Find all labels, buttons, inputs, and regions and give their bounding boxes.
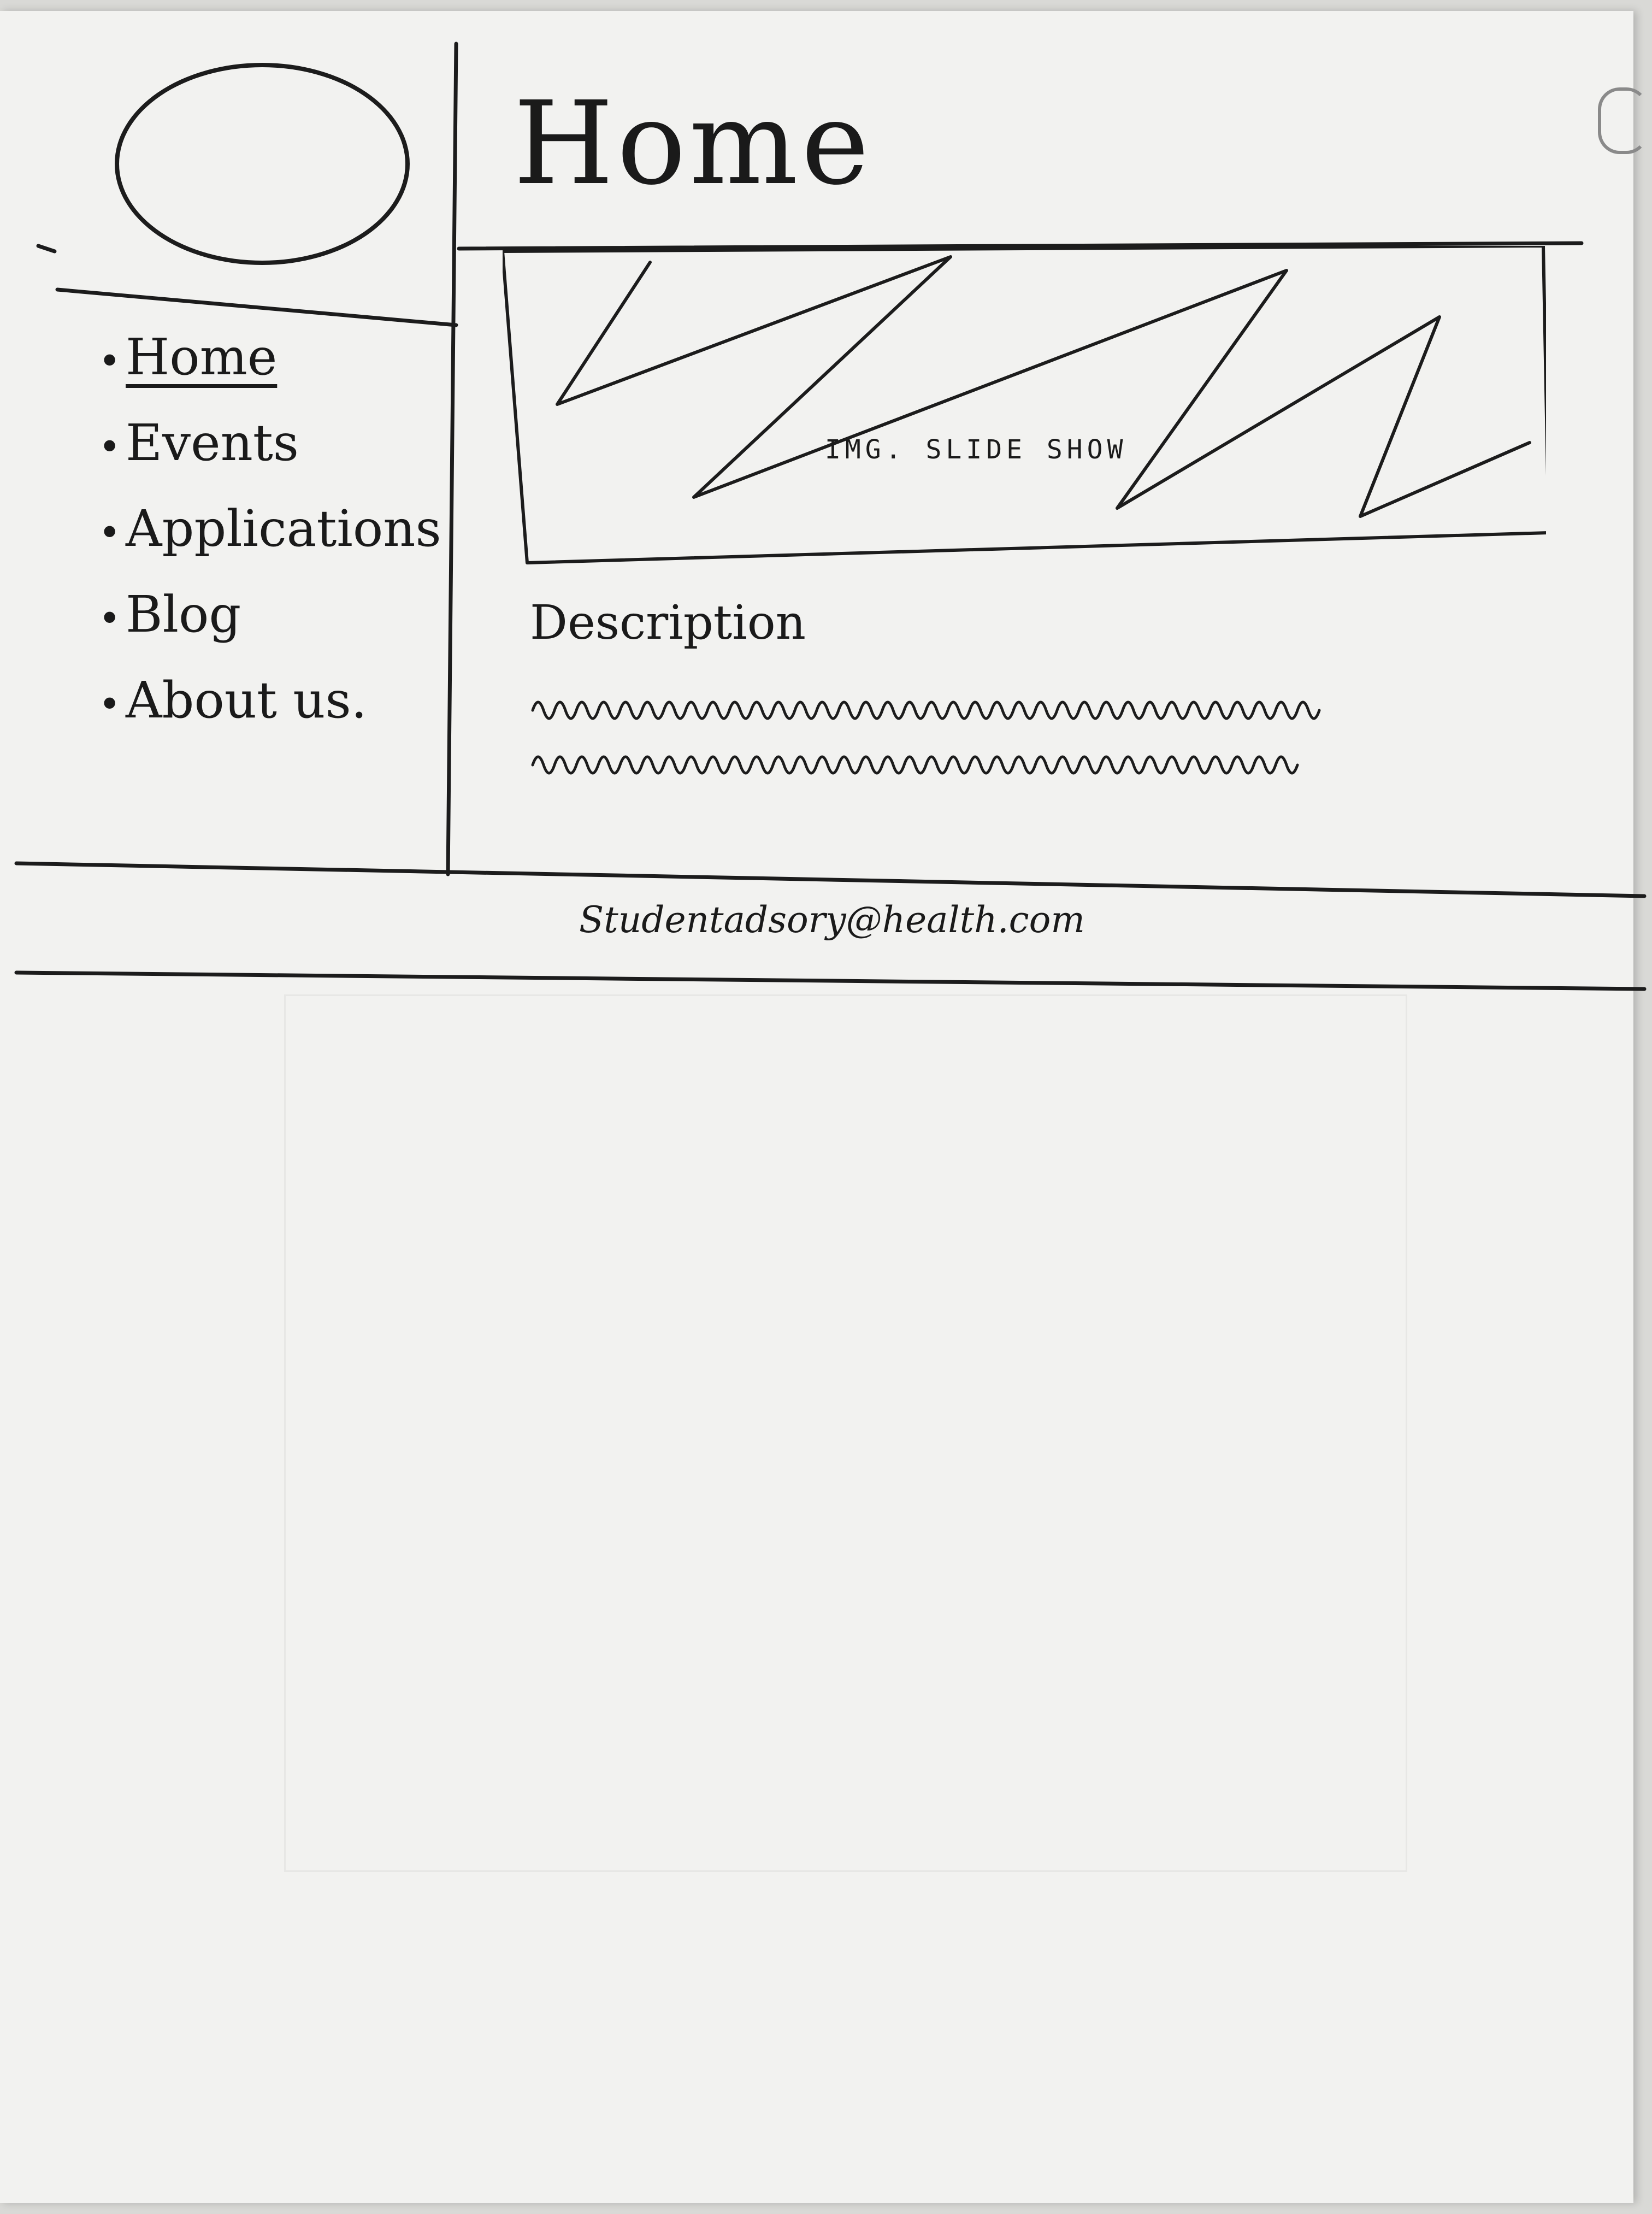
wireframe-sketch-page: Home •Home •Events •Applications •Blog •… bbox=[0, 11, 1647, 2203]
bullet-icon: • bbox=[98, 339, 121, 384]
image-placeholder-zigzag-icon bbox=[556, 255, 1531, 518]
sidebar-item-events[interactable]: •Events bbox=[98, 414, 441, 472]
image-slideshow[interactable] bbox=[503, 246, 1546, 568]
bullet-icon: • bbox=[98, 596, 121, 641]
bullet-icon: • bbox=[98, 425, 121, 470]
description-placeholder-text bbox=[531, 700, 1321, 775]
sidebar-item-home[interactable]: •Home bbox=[98, 328, 441, 386]
sidebar-nav: •Home •Events •Applications •Blog •About… bbox=[98, 328, 441, 757]
sidebar-item-blog[interactable]: •Blog bbox=[98, 585, 441, 644]
footer-email-link[interactable]: Studentadsory@health.com bbox=[579, 899, 1085, 941]
slideshow-frame bbox=[503, 246, 1546, 564]
binder-ring-icon bbox=[1598, 87, 1648, 154]
sidebar-item-about-us[interactable]: •About us. bbox=[98, 671, 441, 729]
description-heading: Description bbox=[530, 596, 806, 650]
sidebar-item-applications[interactable]: •Applications bbox=[98, 499, 441, 558]
bullet-icon: • bbox=[98, 682, 121, 727]
bullet-icon: • bbox=[98, 510, 121, 556]
logo-placeholder-icon[interactable] bbox=[115, 63, 410, 265]
slideshow-label: IMG. SLIDE SHOW bbox=[825, 434, 1128, 465]
page-title: Home bbox=[514, 76, 872, 210]
